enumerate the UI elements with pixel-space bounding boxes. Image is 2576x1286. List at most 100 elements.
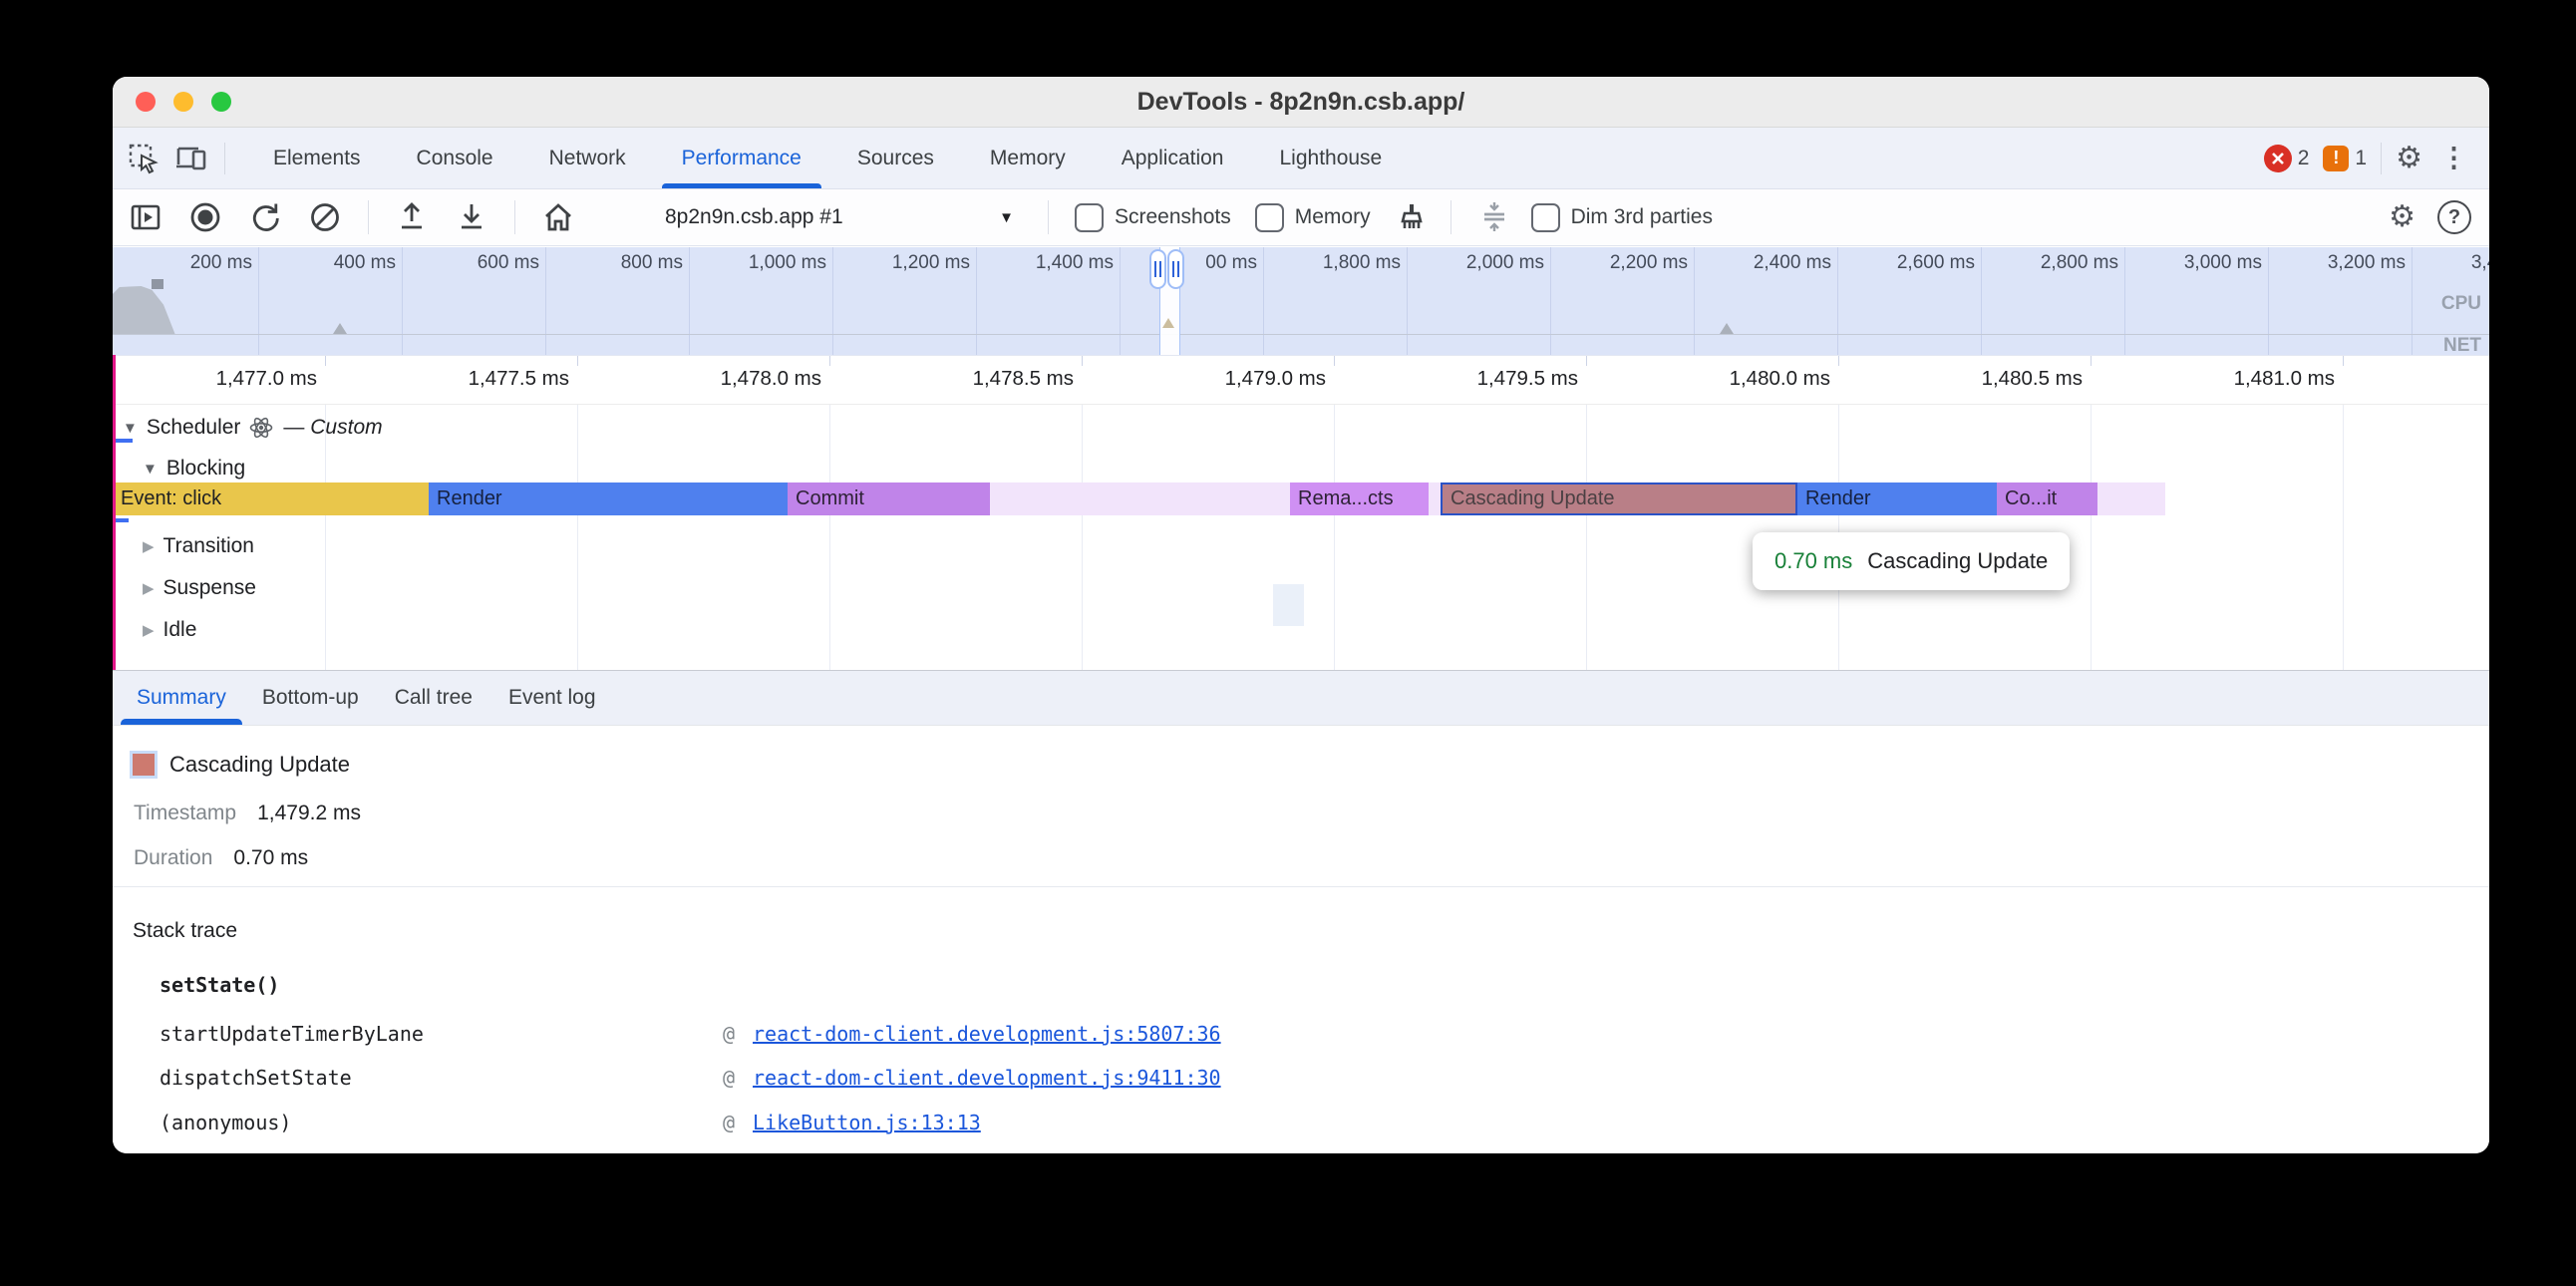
memory-checkbox[interactable] <box>1255 203 1284 232</box>
garbage-collect-icon[interactable] <box>1395 200 1429 234</box>
target-select[interactable]: 8p2n9n.csb.app #1 ▼ <box>633 205 1022 229</box>
device-toolbar-icon[interactable] <box>174 142 208 175</box>
caret-down-icon[interactable]: ▼ <box>123 420 138 437</box>
titlebar: DevTools - 8p2n9n.csb.app/ <box>113 77 2489 128</box>
flame-bar-render[interactable]: Render <box>1797 482 1997 515</box>
selection-left-handle[interactable] <box>1149 249 1166 289</box>
selection-right-handle[interactable] <box>1167 249 1184 289</box>
collapse-tracks-icon[interactable] <box>1477 200 1511 234</box>
caret-right-icon[interactable]: ▶ <box>143 621 155 639</box>
details-tab-event-log[interactable]: Event log <box>490 671 614 725</box>
track-transition[interactable]: ▶ Transition <box>143 533 254 559</box>
divider <box>514 200 515 234</box>
flame-bar-filler[interactable] <box>2097 482 2165 515</box>
tab-console[interactable]: Console <box>389 128 521 188</box>
tab-performance[interactable]: Performance <box>654 128 829 188</box>
track-label: Transition <box>163 534 254 558</box>
flame-bar-event-click[interactable]: Event: click <box>113 482 429 515</box>
divider <box>1450 200 1451 234</box>
overview-tick-label: 800 ms <box>528 252 683 274</box>
flame-bar-render[interactable]: Render <box>429 482 788 515</box>
timeline-overview[interactable]: 200 ms400 ms600 ms800 ms1,000 ms1,200 ms… <box>113 247 2489 355</box>
track-gridline <box>1586 405 1587 670</box>
more-options-icon[interactable]: ⋮ <box>2436 145 2471 171</box>
overview-tick-label: 3,000 ms <box>2107 252 2262 274</box>
track-label: Suspense <box>163 576 256 600</box>
track-gridline <box>577 405 578 670</box>
screenshots-checkbox-group[interactable]: Screenshots <box>1075 203 1231 232</box>
track-scheduler[interactable]: ▼ Scheduler — Custom <box>123 415 383 441</box>
flame-bar-cascading-update[interactable]: Cascading Update <box>1441 482 1797 515</box>
marker-triangle <box>333 323 347 334</box>
summary-panel: Cascading Update Timestamp1,479.2 msDura… <box>113 726 2489 1153</box>
help-icon[interactable]: ? <box>2437 200 2471 234</box>
ruler-tick <box>1838 356 1839 366</box>
clear-icon[interactable] <box>308 200 342 234</box>
download-profile-icon[interactable] <box>455 200 488 234</box>
track-gridline <box>1334 405 1335 670</box>
warning-badge[interactable]: ! 1 <box>2323 146 2367 171</box>
ruler-tick-label: 1,478.0 ms <box>652 367 821 391</box>
home-icon[interactable] <box>541 200 575 234</box>
caret-right-icon[interactable]: ▶ <box>143 537 155 555</box>
divider <box>113 886 2489 887</box>
source-location-link[interactable]: LikeButton.js:13:13 <box>753 1111 981 1134</box>
track-gridline <box>2091 405 2092 670</box>
toggle-sidebar-icon[interactable] <box>129 200 162 234</box>
details-tab-bottom-up[interactable]: Bottom-up <box>244 671 377 725</box>
detail-ruler[interactable]: 1,477.0 ms1,477.5 ms1,478.0 ms1,478.5 ms… <box>113 355 2489 405</box>
capture-settings-gear-icon[interactable]: ⚙ <box>2389 202 2415 232</box>
flame-chart-area[interactable]: ▼ Scheduler — Custom ▼Blocking ▶ Transitio… <box>113 405 2489 670</box>
tab-elements[interactable]: Elements <box>245 128 389 188</box>
overview-tick-label: 3,200 ms <box>2251 252 2406 274</box>
source-location-link[interactable]: react-dom-client.development.js:9411:30 <box>753 1066 1221 1090</box>
inspect-element-icon[interactable] <box>127 142 161 175</box>
details-tab-call-tree[interactable]: Call tree <box>377 671 490 725</box>
details-tabbar: SummaryBottom-upCall treeEvent log <box>113 670 2489 726</box>
settings-gear-icon[interactable]: ⚙ <box>2396 144 2422 173</box>
details-tab-summary[interactable]: Summary <box>119 671 244 725</box>
track-label: Idle <box>163 618 197 642</box>
net-lane-label: NET <box>2443 335 2481 355</box>
overview-tick-label: 200 ms <box>113 252 252 274</box>
ruler-tick-label: 1,480.5 ms <box>1913 367 2083 391</box>
memory-label: Memory <box>1295 205 1371 229</box>
flame-bar-filler[interactable] <box>990 482 1290 515</box>
error-count: 2 <box>2298 147 2310 170</box>
tab-sources[interactable]: Sources <box>829 128 962 188</box>
dim-3rd-parties-checkbox-group[interactable]: Dim 3rd parties <box>1531 203 1713 232</box>
track-idle[interactable]: ▶ Idle <box>143 617 196 643</box>
error-badge[interactable]: 2 <box>2264 145 2310 172</box>
memory-checkbox-group[interactable]: Memory <box>1255 203 1371 232</box>
stack-frame: setState() <box>113 973 2489 1003</box>
stack-frame-at: @ <box>723 1022 735 1046</box>
upload-profile-icon[interactable] <box>395 200 429 234</box>
source-location-link[interactable]: react-dom-client.development.js:5807:36 <box>753 1022 1221 1046</box>
flame-bar-co-it[interactable]: Co...it <box>1997 482 2097 515</box>
flame-bar-filler[interactable] <box>1429 482 1441 515</box>
dim-3rd-parties-checkbox[interactable] <box>1531 203 1560 232</box>
ruler-tick <box>1334 356 1335 366</box>
tab-network[interactable]: Network <box>521 128 654 188</box>
ruler-tick <box>325 356 326 366</box>
tab-memory[interactable]: Memory <box>962 128 1094 188</box>
screen: DevTools - 8p2n9n.csb.app/ ElementsConso… <box>0 0 2576 1286</box>
record-button[interactable] <box>188 200 222 234</box>
track-blocking[interactable]: ▼Blocking <box>143 456 245 482</box>
stack-frame-function: (anonymous) <box>160 1111 291 1134</box>
caret-right-icon[interactable]: ▶ <box>143 579 155 597</box>
track-suspense[interactable]: ▶ Suspense <box>143 575 256 601</box>
overview-tick-label: 600 ms <box>385 252 539 274</box>
reload-record-icon[interactable] <box>248 200 282 234</box>
ruler-tick-label: 1,477.5 ms <box>400 367 569 391</box>
tab-application[interactable]: Application <box>1094 128 1252 188</box>
flame-bar-rema-cts[interactable]: Rema...cts <box>1290 482 1429 515</box>
screenshots-checkbox[interactable] <box>1075 203 1104 232</box>
caret-down-icon[interactable]: ▼ <box>143 461 158 478</box>
minor-activity-marker <box>1273 584 1304 626</box>
summary-key: Duration <box>134 846 212 869</box>
flame-bar-commit[interactable]: Commit <box>788 482 990 515</box>
tab-lighthouse[interactable]: Lighthouse <box>1251 128 1410 188</box>
stack-frame-at: @ <box>723 1066 735 1090</box>
ruler-tick-label: 1,480.0 ms <box>1661 367 1830 391</box>
